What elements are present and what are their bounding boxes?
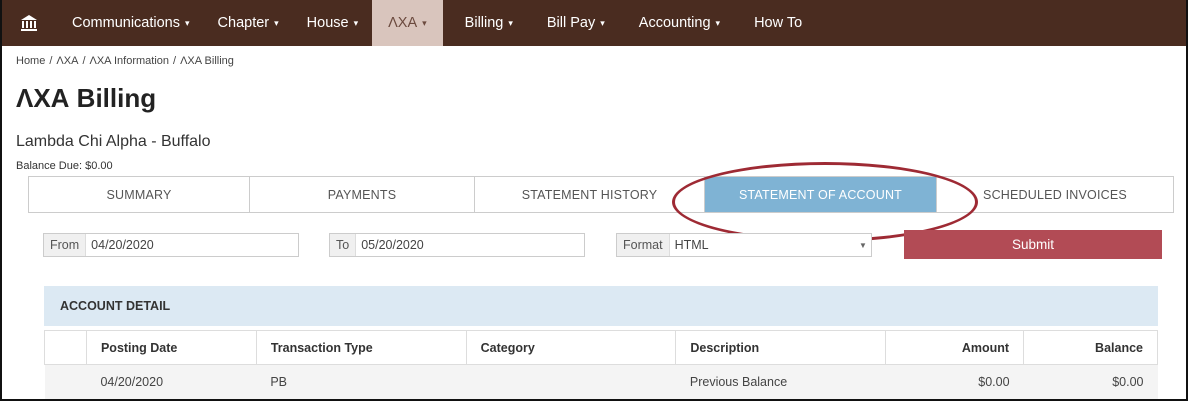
- chevron-down-icon: ▾: [422, 17, 427, 28]
- chapter-name: Lambda Chi Alpha - Buffalo: [16, 133, 211, 150]
- table-header-row: Posting Date Transaction Type Category D…: [44, 330, 1158, 365]
- nav-item-billing[interactable]: Billing ▾: [443, 0, 527, 46]
- nav-item-label: Accounting: [638, 15, 711, 31]
- nav-item-house[interactable]: House ▾: [293, 0, 372, 46]
- table-row: 04/20/2020 PB Previous Balance $0.00 $0.…: [44, 364, 1158, 399]
- tab-statement-history[interactable]: STATEMENT HISTORY: [475, 177, 705, 212]
- breadcrumb-separator: /: [82, 55, 86, 67]
- chevron-down-icon: ▾: [353, 17, 359, 28]
- chevron-down-icon: ▾: [185, 17, 190, 28]
- breadcrumb-separator: /: [49, 55, 53, 67]
- nav-item-label: Chapter: [217, 15, 270, 31]
- cell-description: Previous Balance: [675, 364, 886, 399]
- tab-scheduled-invoices[interactable]: SCHEDULED INVOICES: [937, 177, 1173, 212]
- cell-transaction-type: PB: [256, 364, 467, 399]
- nav-item-label: Billing: [464, 15, 504, 31]
- tab-payments[interactable]: PAYMENTS: [250, 177, 475, 212]
- nav-item-label: House: [306, 15, 349, 31]
- to-date-field: To: [329, 233, 585, 257]
- account-detail-header: ACCOUNT DETAIL: [44, 286, 1158, 326]
- cell-posting-date: 04/20/2020: [86, 364, 257, 399]
- column-header-posting-date[interactable]: Posting Date: [85, 330, 257, 365]
- top-navigation: Communications ▾ Chapter ▾ House ▾ ΛΧΑ ▾…: [2, 0, 1186, 46]
- to-label: To: [330, 234, 357, 256]
- nav-item-label: Bill Pay: [546, 15, 596, 31]
- nav-item-accounting[interactable]: Accounting ▾: [619, 0, 734, 46]
- breadcrumb: Home / ΛΧΑ / ΛΧΑ Information / ΛΧΑ Billi…: [16, 55, 234, 67]
- account-detail-table: Posting Date Transaction Type Category D…: [44, 330, 1158, 399]
- chevron-down-icon: ▾: [274, 17, 279, 28]
- column-header-balance[interactable]: Balance: [1023, 330, 1158, 365]
- column-header-category[interactable]: Category: [465, 330, 677, 365]
- nav-item-label: How To: [754, 15, 803, 31]
- breadcrumb-home[interactable]: Home: [16, 55, 45, 67]
- nav-item-bill-pay[interactable]: Bill Pay ▾: [527, 0, 619, 46]
- format-field: Format HTML ▼: [616, 233, 872, 257]
- nav-item-label: Communications: [72, 15, 180, 31]
- column-header-description[interactable]: Description: [675, 330, 887, 365]
- tab-summary[interactable]: SUMMARY: [29, 177, 250, 212]
- chevron-down-icon: ▾: [715, 17, 721, 28]
- format-label: Format: [617, 234, 670, 256]
- format-select[interactable]: HTML: [670, 234, 855, 256]
- breadcrumb-lxa-information[interactable]: ΛΧΑ Information: [90, 55, 170, 67]
- balance-due: Balance Due: $0.00: [16, 160, 113, 172]
- column-header-transaction-type[interactable]: Transaction Type: [255, 330, 467, 365]
- tab-statement-of-account[interactable]: STATEMENT OF ACCOUNT: [705, 177, 937, 212]
- submit-button[interactable]: Submit: [904, 230, 1162, 259]
- nav-item-how-to[interactable]: How To: [734, 0, 816, 46]
- page-title: ΛΧΑ Billing: [16, 83, 157, 113]
- chevron-down-icon[interactable]: ▼: [855, 234, 871, 256]
- billing-tabs: SUMMARY PAYMENTS STATEMENT HISTORY STATE…: [28, 176, 1174, 213]
- breadcrumb-lxa[interactable]: ΛΧΑ: [56, 55, 78, 67]
- cell-category: [466, 364, 676, 399]
- bank-icon[interactable]: [2, 0, 56, 46]
- nav-item-chapter[interactable]: Chapter ▾: [204, 0, 293, 46]
- chevron-down-icon: ▾: [508, 17, 513, 28]
- to-date-input[interactable]: [356, 234, 584, 256]
- breadcrumb-separator: /: [173, 55, 177, 67]
- from-label: From: [44, 234, 87, 256]
- nav-item-communications[interactable]: Communications ▾: [56, 0, 204, 46]
- column-header-select: [44, 330, 87, 365]
- from-date-input[interactable]: [86, 234, 298, 256]
- bank-icon-graphic: [21, 15, 37, 31]
- cell-balance: $0.00: [1023, 364, 1158, 399]
- cell-amount: $0.00: [885, 364, 1024, 399]
- column-header-amount[interactable]: Amount: [885, 330, 1025, 365]
- chevron-down-icon: ▾: [600, 17, 605, 28]
- from-date-field: From: [43, 233, 299, 257]
- nav-item-lxa[interactable]: ΛΧΑ ▾: [372, 0, 443, 46]
- nav-item-label: ΛΧΑ: [388, 15, 418, 31]
- breadcrumb-lxa-billing: ΛΧΑ Billing: [180, 55, 234, 67]
- cell-select: [44, 364, 87, 399]
